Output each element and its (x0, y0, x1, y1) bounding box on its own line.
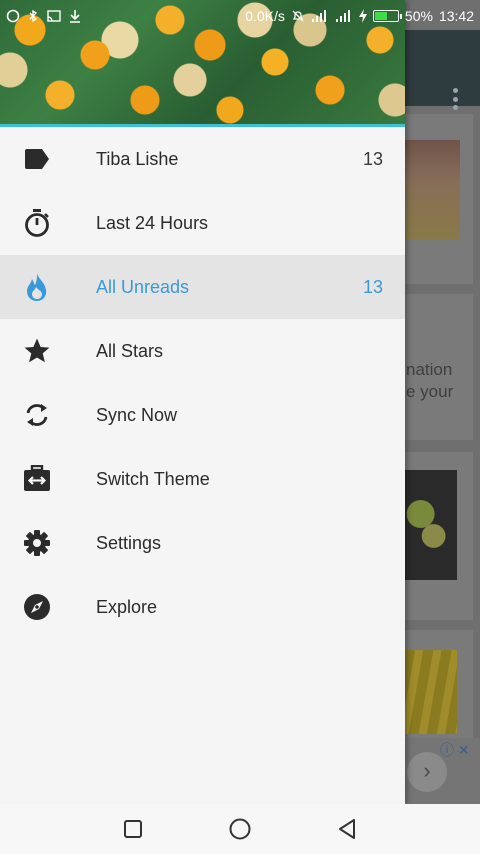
menu-item-tiba-lishe[interactable]: Tiba Lishe 13 (0, 127, 405, 191)
system-navigation-bar (0, 804, 480, 854)
unread-count: 13 (362, 148, 383, 169)
menu-item-all-stars[interactable]: All Stars (0, 319, 405, 383)
status-bar-right: 0.0K/s 50% 13:42 (245, 8, 474, 24)
menu-item-last-24-hours[interactable]: Last 24 Hours (0, 191, 405, 255)
menu-item-label: Sync Now (96, 404, 178, 425)
net-speed: 0.0K/s (245, 8, 285, 24)
tag-icon (22, 144, 52, 174)
sync-icon (22, 400, 52, 430)
circle-notification-icon (6, 9, 20, 23)
bluetooth-icon (29, 9, 38, 23)
overflow-menu-icon (452, 88, 458, 110)
menu-item-explore[interactable]: Explore (0, 575, 405, 639)
status-bar: 0.0K/s 50% 13:42 (0, 0, 480, 32)
background-card-image (405, 470, 457, 580)
cast-icon (47, 10, 61, 22)
home-circle-icon[interactable] (220, 809, 260, 849)
stopwatch-icon (22, 208, 52, 238)
star-icon (22, 336, 52, 366)
background-card-image (405, 140, 460, 240)
signal-icon (311, 10, 326, 22)
background-card-image (405, 650, 457, 734)
mute-icon (292, 10, 304, 22)
menu-item-label: Last 24 Hours (96, 212, 209, 233)
menu-item-label: Explore (96, 596, 158, 617)
background-card-text: nation (406, 360, 453, 379)
menu-item-all-unreads[interactable]: All Unreads 13 (0, 255, 405, 319)
ad-next-icon: › (407, 752, 447, 792)
background-card-text: e your (406, 382, 454, 401)
signal-icon (335, 10, 350, 22)
battery-level (374, 12, 387, 20)
compass-icon (22, 592, 52, 622)
drawer-menu: Tiba Lishe 13 Last 24 Hours All Unreads … (0, 127, 405, 639)
charging-icon (358, 9, 367, 23)
switch-theme-icon (22, 464, 52, 494)
flame-icon (22, 272, 52, 302)
battery-percent: 50% (404, 8, 433, 24)
gear-icon (22, 528, 52, 558)
navigation-drawer: Tiba Lishe 13 Last 24 Hours All Unreads … (0, 0, 405, 804)
recents-square-icon[interactable] (113, 809, 153, 849)
menu-item-label: Tiba Lishe (96, 148, 179, 169)
battery-icon (372, 10, 402, 22)
menu-item-sync-now[interactable]: Sync Now (0, 383, 405, 447)
menu-item-settings[interactable]: Settings (0, 511, 405, 575)
menu-item-label: Switch Theme (96, 468, 210, 489)
back-triangle-icon[interactable] (327, 809, 367, 849)
menu-item-label: Settings (96, 532, 162, 553)
status-bar-left (6, 9, 82, 23)
unread-count: 13 (362, 276, 383, 297)
menu-item-label: All Stars (96, 340, 164, 361)
clock: 13:42 (438, 8, 474, 24)
ad-info-icon: ⓘ ✕ (440, 742, 470, 758)
menu-item-label: All Unreads (96, 276, 190, 297)
menu-item-switch-theme[interactable]: Switch Theme (0, 447, 405, 511)
download-icon (70, 10, 80, 23)
